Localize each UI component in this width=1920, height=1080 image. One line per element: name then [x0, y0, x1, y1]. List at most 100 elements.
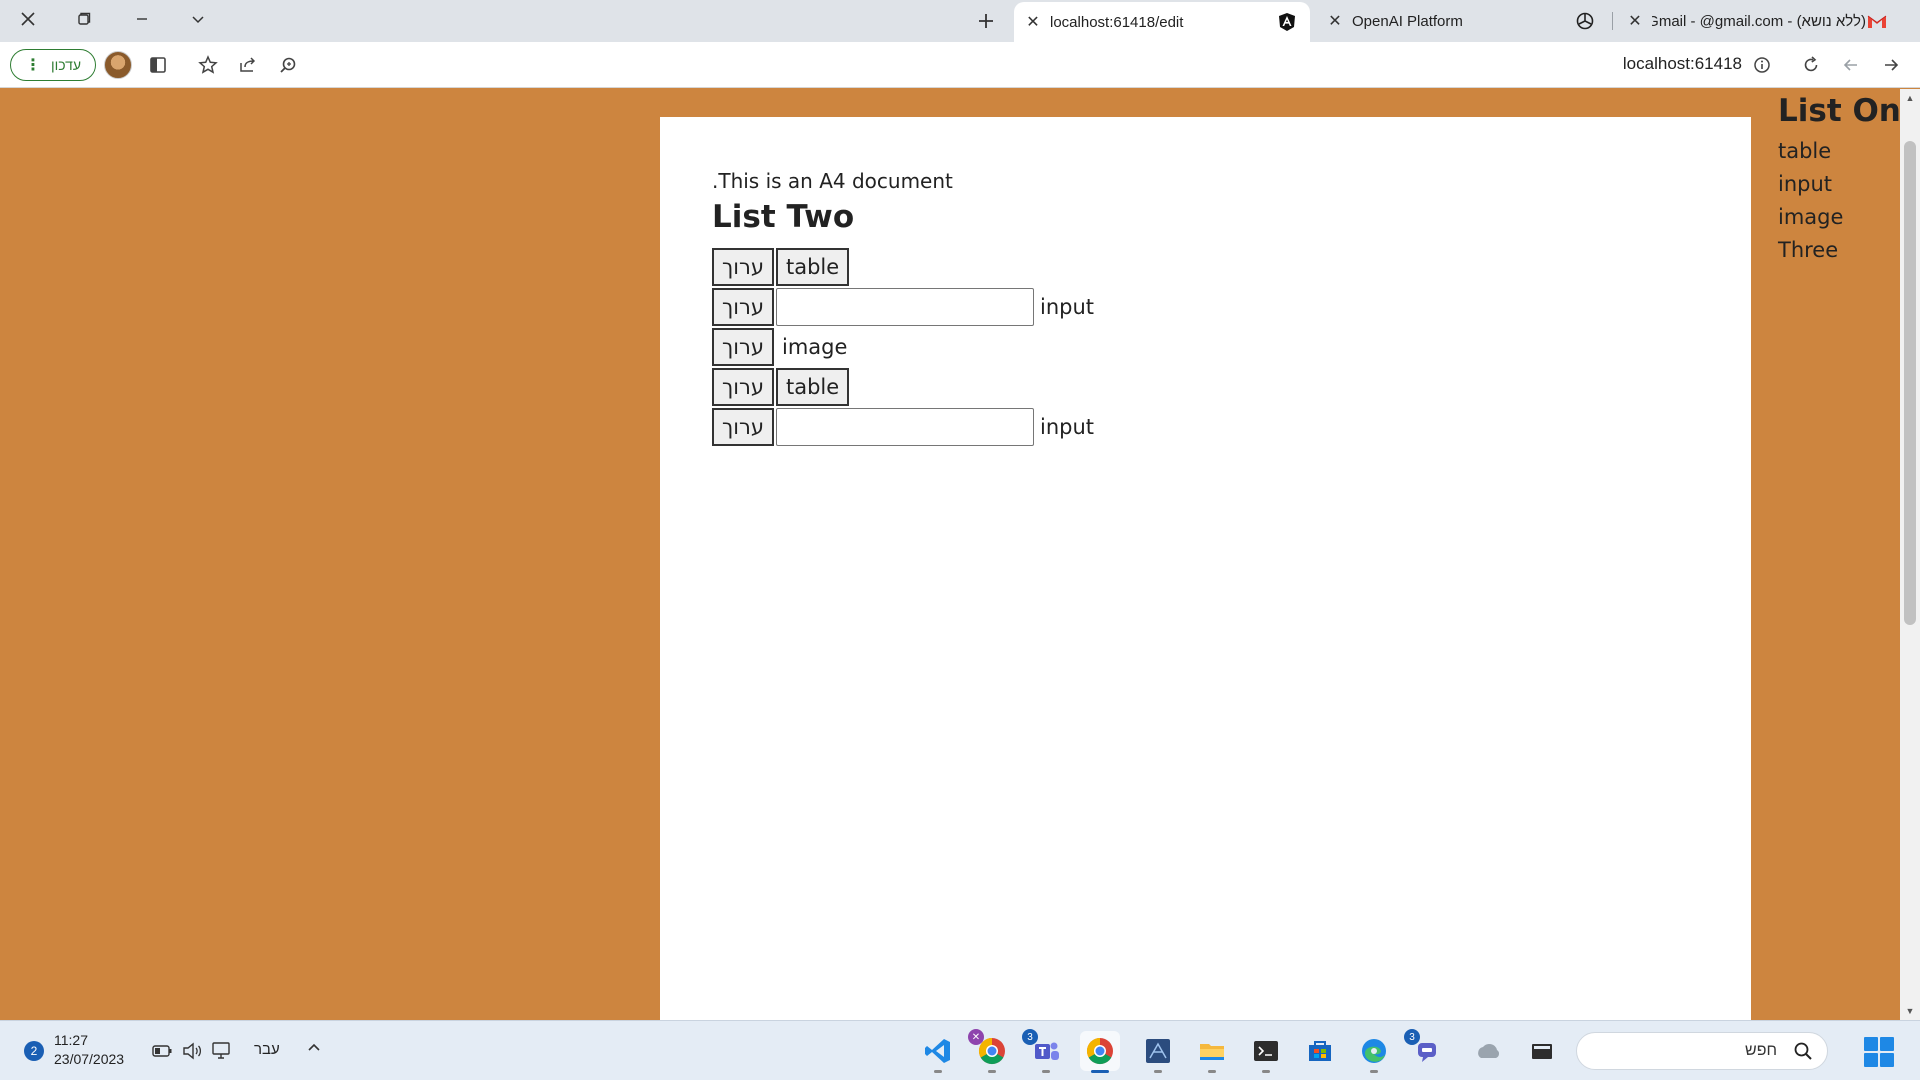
store-icon — [1309, 1041, 1331, 1061]
app-badge: 3 — [1404, 1029, 1420, 1045]
list-one-item[interactable]: image — [1778, 205, 1900, 238]
battery-icon[interactable] — [150, 1040, 174, 1062]
restore-icon — [78, 12, 91, 25]
show-hidden-icons-button[interactable] — [306, 1039, 322, 1060]
restore-window-button[interactable] — [56, 0, 112, 38]
app-badge: 3 — [1022, 1029, 1038, 1045]
profile-avatar[interactable] — [104, 51, 132, 79]
cloud-icon — [1478, 1043, 1500, 1058]
terminal-icon — [1254, 1041, 1278, 1061]
side-panel-icon — [150, 57, 166, 73]
scroll-up-icon[interactable]: ▲ — [1900, 89, 1920, 107]
input-item-label: input — [1040, 415, 1095, 439]
list-one-item[interactable]: Three — [1778, 238, 1900, 271]
input-item-label: input — [1040, 295, 1095, 319]
scroll-down-icon[interactable]: ▼ — [1900, 1002, 1920, 1020]
vscode-icon — [925, 1039, 950, 1063]
star-icon — [198, 55, 218, 74]
input-language[interactable]: עבר — [254, 1041, 280, 1058]
running-indicator — [1091, 1070, 1109, 1073]
terminal-app[interactable] — [1246, 1031, 1286, 1073]
chrome-app[interactable] — [1080, 1031, 1120, 1073]
angular-icon — [1276, 11, 1298, 33]
close-tab-icon[interactable]: ✕ — [1024, 13, 1042, 31]
update-button[interactable]: ⋮ עדכון — [10, 49, 96, 81]
window-icon — [1532, 1044, 1552, 1059]
list-item: ערוך table — [712, 247, 1699, 287]
arrow-right-icon — [1885, 59, 1899, 71]
scroll-thumb[interactable] — [1904, 141, 1916, 625]
close-tab-icon[interactable]: ✕ — [1626, 12, 1644, 30]
snipping-app[interactable] — [1522, 1031, 1562, 1071]
clock[interactable]: 11:27 23/07/2023 — [54, 1031, 124, 1069]
windows-logo-icon — [1864, 1037, 1878, 1051]
tab-gmail[interactable]: ✕ (ללא נושא) - Gmail - @gmail.com — [1616, 0, 1900, 42]
new-tab-button[interactable] — [966, 4, 1006, 38]
close-tab-icon[interactable]: ✕ — [1326, 12, 1344, 30]
list-one-item[interactable]: table — [1778, 139, 1900, 172]
list-item: ערוך input — [712, 287, 1699, 327]
edge-app[interactable] — [1354, 1031, 1394, 1073]
list-item: ערוך image — [712, 327, 1699, 367]
chat-app[interactable]: 3 — [1404, 1029, 1448, 1071]
address-bar[interactable]: localhost:61418 — [1600, 54, 1742, 74]
edit-button[interactable]: ערוך — [712, 368, 774, 406]
teams-app[interactable]: 3 — [1022, 1029, 1066, 1073]
list-one-item[interactable]: input — [1778, 172, 1900, 205]
bookmark-button[interactable] — [194, 51, 222, 79]
list-one: List One table input image Three — [1778, 93, 1900, 271]
input-field[interactable] — [776, 288, 1034, 326]
close-icon — [21, 12, 35, 26]
site-info-button[interactable] — [1748, 51, 1776, 79]
minimize-icon — [137, 18, 147, 20]
page-viewport: .This is an A4 document List Two ערוך ta… — [0, 89, 1900, 1020]
openai-icon — [1574, 10, 1596, 32]
side-panel-button[interactable] — [144, 51, 172, 79]
update-label: עדכון — [50, 57, 82, 73]
taskbar: 2 11:27 23/07/2023 עבר ✕ 3 3 חפש — [0, 1020, 1920, 1080]
zoom-button[interactable] — [274, 51, 302, 79]
close-window-button[interactable] — [0, 0, 56, 38]
network-icon[interactable] — [210, 1040, 234, 1062]
running-indicator — [934, 1070, 942, 1073]
document-intro: .This is an A4 document — [712, 169, 953, 193]
folder-icon — [1200, 1044, 1224, 1060]
start-button[interactable] — [1864, 1037, 1894, 1067]
taskbar-search[interactable]: חפש — [1576, 1032, 1828, 1070]
notification-badge[interactable]: 2 — [24, 1041, 44, 1061]
tab-title: (ללא נושא) - Gmail - @gmail.com — [1652, 12, 1866, 30]
back-button[interactable] — [1837, 51, 1865, 79]
vscode-app[interactable] — [918, 1031, 958, 1073]
weather-app[interactable] — [1468, 1031, 1508, 1071]
database-tool-icon — [1146, 1039, 1170, 1063]
chrome-profile-app[interactable]: ✕ — [968, 1029, 1012, 1073]
tab-search-button[interactable] — [170, 0, 226, 38]
file-explorer-app[interactable] — [1192, 1031, 1232, 1073]
clock-date: 23/07/2023 — [54, 1051, 125, 1067]
minimize-window-button[interactable] — [114, 0, 170, 38]
store-app[interactable] — [1300, 1031, 1340, 1071]
table-item-button[interactable]: table — [776, 248, 850, 286]
forward-button[interactable] — [1877, 51, 1905, 79]
volume-icon[interactable] — [180, 1040, 204, 1062]
edit-button[interactable]: ערוך — [712, 328, 774, 366]
share-button[interactable] — [234, 51, 262, 79]
tab-localhost[interactable]: ✕ localhost:61418/edit — [1014, 2, 1310, 42]
table-item-button[interactable]: table — [776, 368, 850, 406]
running-indicator — [1042, 1070, 1050, 1073]
reload-button[interactable] — [1797, 51, 1825, 79]
tab-openai[interactable]: ✕ OpenAI Platform — [1316, 0, 1608, 42]
tab-separator — [1612, 12, 1613, 30]
running-indicator — [988, 1070, 996, 1073]
edit-button[interactable]: ערוך — [712, 408, 774, 446]
vertical-scrollbar[interactable]: ▲ ▼ — [1900, 89, 1920, 1020]
edit-button[interactable]: ערוך — [712, 248, 774, 286]
edit-button[interactable]: ערוך — [712, 288, 774, 326]
ssms-app[interactable] — [1138, 1031, 1178, 1073]
info-icon — [1754, 57, 1770, 73]
image-item-label: image — [782, 335, 848, 359]
gmail-icon — [1866, 10, 1888, 32]
input-field[interactable] — [776, 408, 1034, 446]
running-indicator — [1262, 1070, 1270, 1073]
plus-icon — [979, 14, 993, 28]
